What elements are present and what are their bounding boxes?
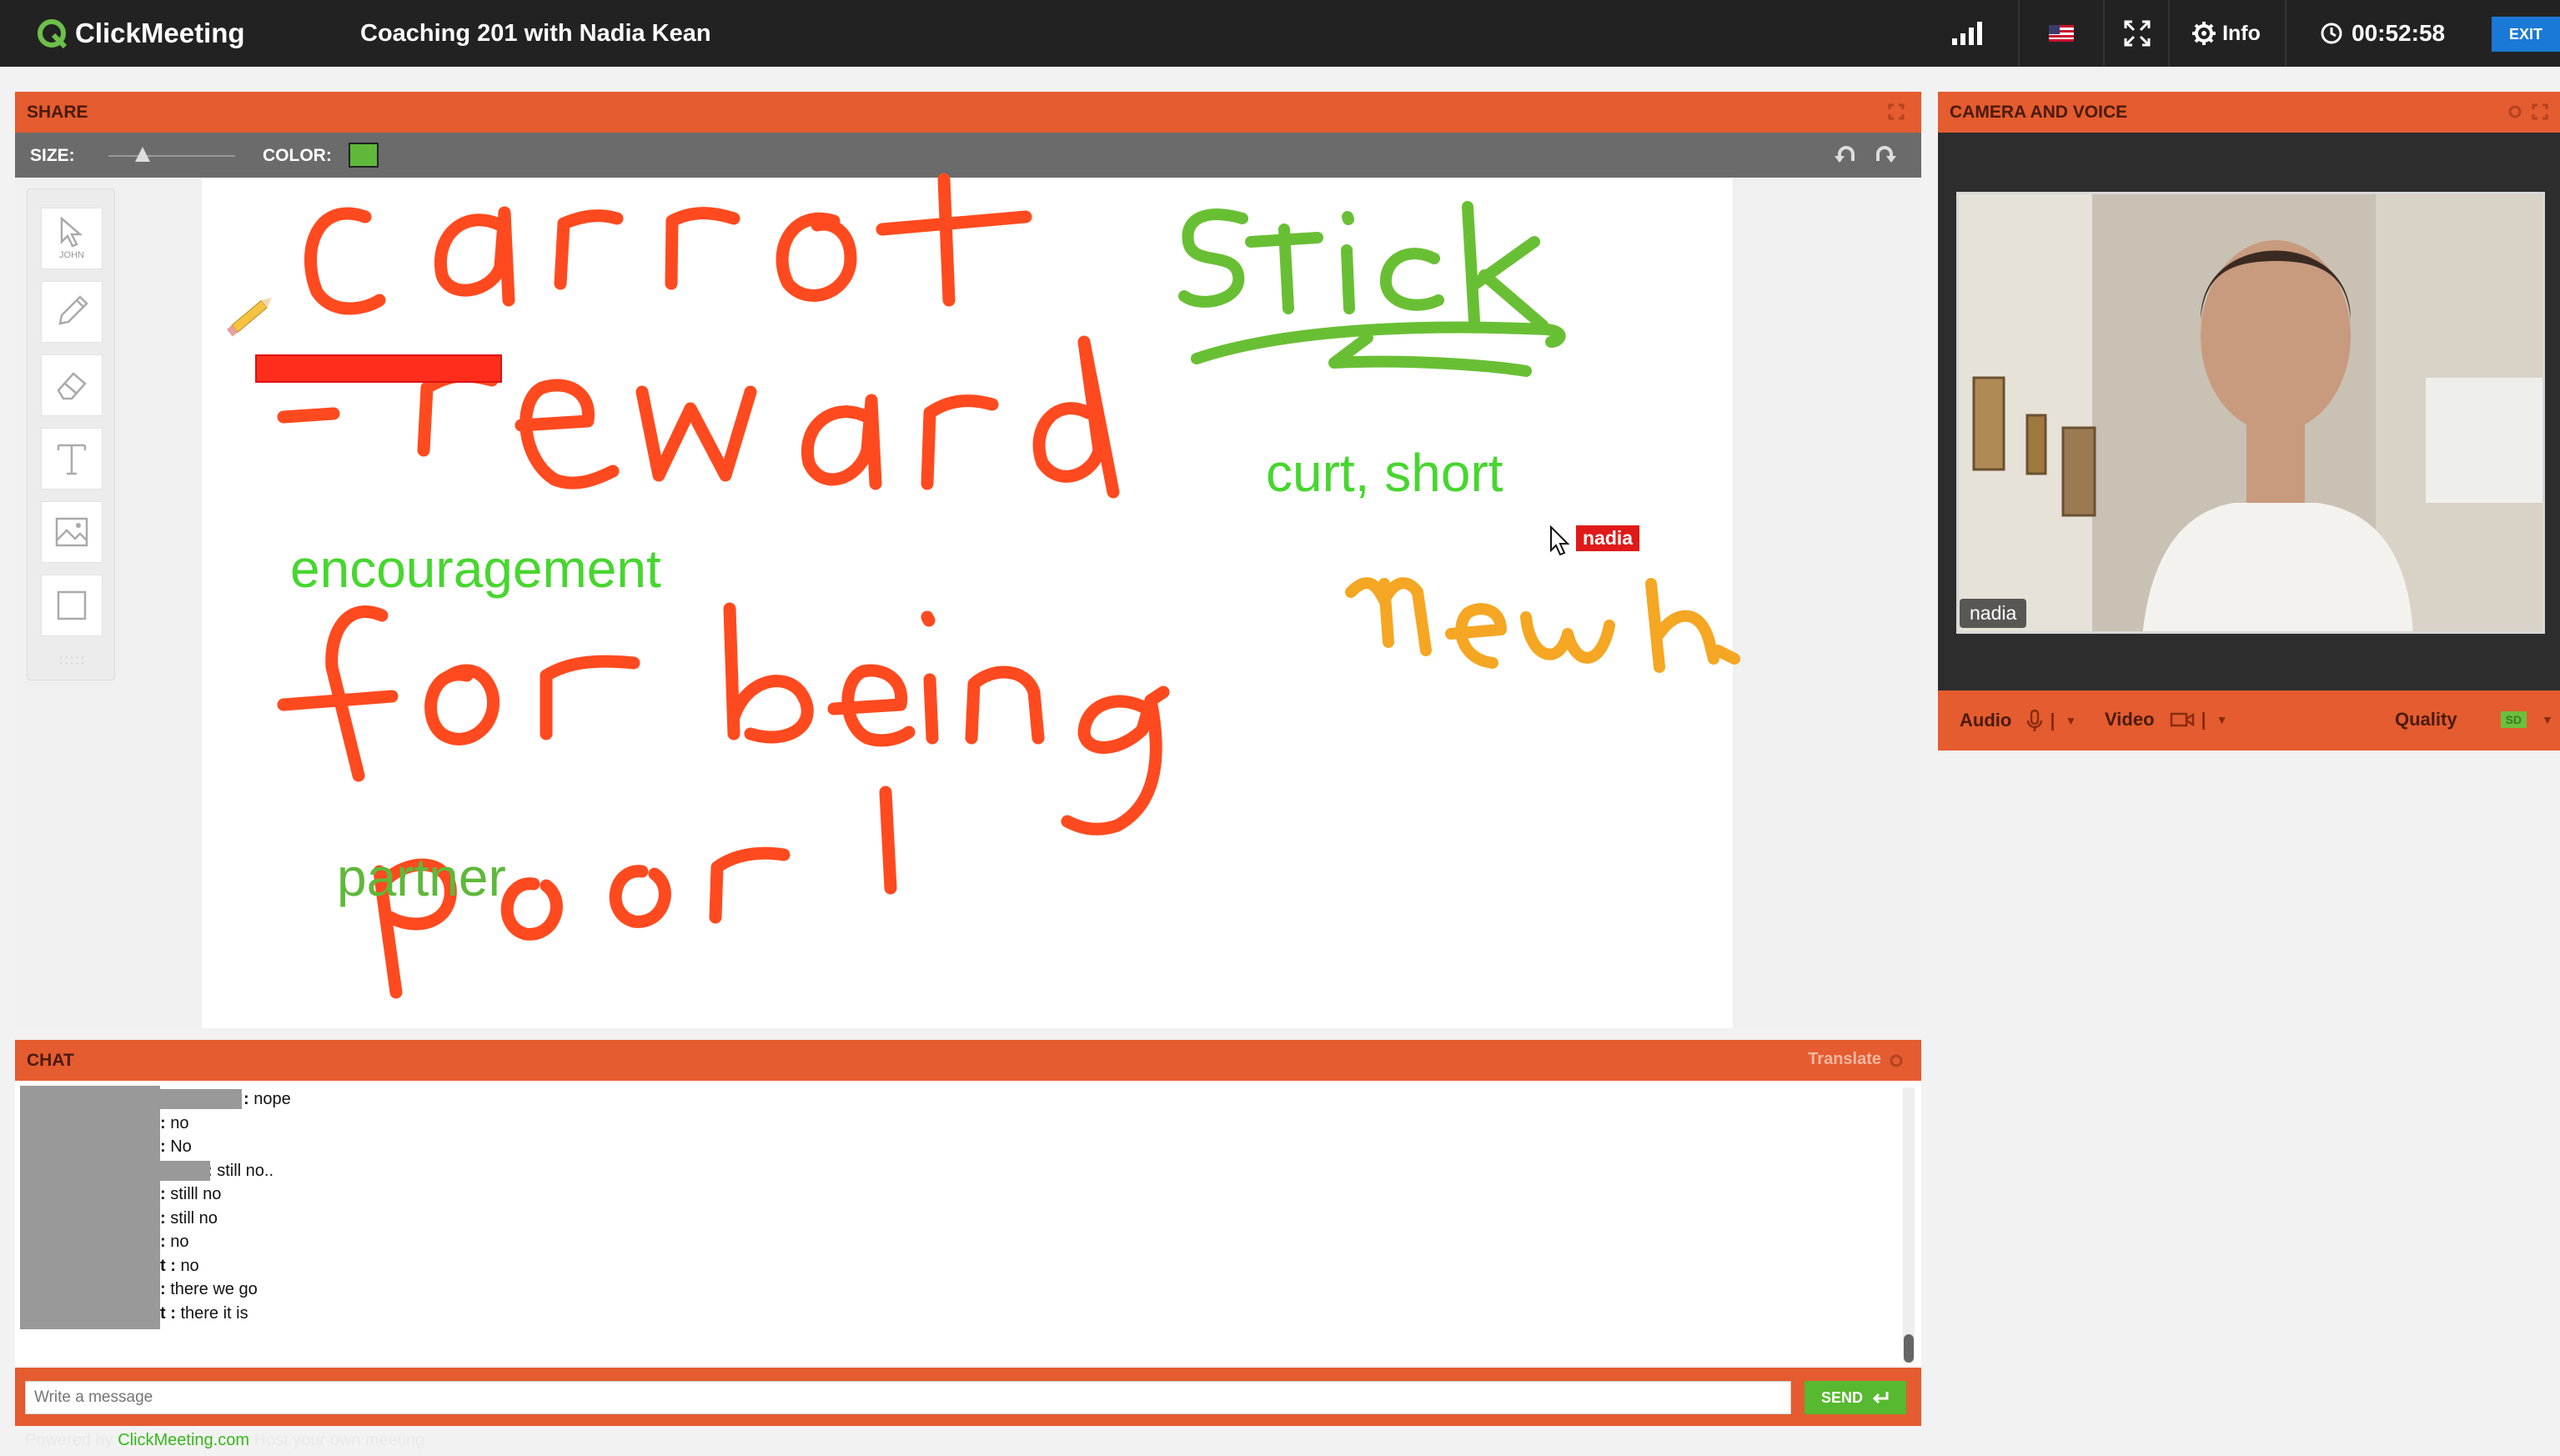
send-label: SEND xyxy=(1820,1388,1863,1406)
eraser-tool[interactable] xyxy=(41,354,103,416)
chat-scrollbar[interactable] xyxy=(1903,1087,1915,1363)
canvas-text-partner: partner xyxy=(337,847,506,907)
chat-message: : stilll no xyxy=(160,1185,222,1203)
text-tool[interactable] xyxy=(41,428,103,490)
footer-suffix[interactable]: Host your own meeting xyxy=(254,1431,425,1449)
enter-icon xyxy=(1872,1392,1889,1404)
camera-controls: Audio | ▼ Video | ▼ Quality SD ▼ xyxy=(1938,690,2560,751)
clock-icon xyxy=(2321,23,2342,44)
remote-cursor-label: nadia xyxy=(1576,525,1640,551)
participant-name: nadia xyxy=(1960,599,2027,628)
size-label: SIZE: xyxy=(30,146,75,165)
participant-video[interactable] xyxy=(1956,192,2545,634)
gear-icon xyxy=(2192,22,2216,45)
chat-message: : no xyxy=(160,1233,189,1251)
chat-message: t : no xyxy=(160,1256,199,1275)
footer-link[interactable]: ClickMeeting.com xyxy=(118,1431,249,1449)
size-slider-track[interactable] xyxy=(108,155,235,157)
video-dropdown-icon[interactable]: ▼ xyxy=(2216,713,2228,726)
canvas-text-curt-short: curt, short xyxy=(1266,443,1503,503)
audio-dropdown-icon[interactable]: ▼ xyxy=(2065,714,2076,727)
chat-title: CHAT xyxy=(27,1050,74,1070)
video-label: Video xyxy=(2105,709,2155,730)
share-toolbar: SIZE: COLOR: xyxy=(15,133,1921,178)
send-button[interactable]: SEND xyxy=(1805,1381,1906,1414)
microphone-icon xyxy=(2027,709,2043,731)
square-icon xyxy=(57,590,87,620)
translate-button[interactable]: Translate xyxy=(1808,1050,1881,1069)
camera-settings-icon[interactable] xyxy=(2507,103,2523,120)
footer-prefix: Powered by xyxy=(25,1431,113,1449)
camera-expand-icon[interactable] xyxy=(2532,103,2548,120)
redacted-name xyxy=(158,1089,242,1109)
chat-scrollbar-thumb[interactable] xyxy=(1904,1334,1914,1363)
expand-icon[interactable] xyxy=(1888,103,1905,120)
camera-header: CAMERA AND VOICE xyxy=(1938,92,2560,133)
arrow-cursor-icon xyxy=(60,217,83,248)
image-tool[interactable] xyxy=(41,501,103,563)
info-label: Info xyxy=(2222,21,2261,45)
share-title: SHARE xyxy=(27,102,88,122)
chat-message: : no xyxy=(160,1113,189,1132)
red-highlight-bar xyxy=(255,354,502,383)
audio-control[interactable]: Audio | ▼ xyxy=(1960,709,2076,732)
footer: Powered by ClickMeeting.com Host your ow… xyxy=(25,1431,424,1450)
top-bar: ClickMeeting Coaching 201 with Nadia Kea… xyxy=(0,0,2560,67)
chat-message-input[interactable] xyxy=(25,1381,1791,1414)
tools-drag-handle[interactable]: ::::: xyxy=(59,653,86,668)
share-header: SHARE xyxy=(15,92,1921,133)
clickmeeting-logo: ClickMeeting xyxy=(37,17,245,50)
logo-text: ClickMeeting xyxy=(75,18,245,48)
color-swatch[interactable] xyxy=(349,143,379,168)
audio-label: Audio xyxy=(1960,710,2012,731)
text-icon xyxy=(57,444,87,475)
pencil-tool[interactable] xyxy=(41,281,103,343)
video-camera-icon xyxy=(2170,712,2194,727)
select-tool[interactable]: JOHN xyxy=(41,208,103,269)
quality-control[interactable]: Quality SD ▼ xyxy=(2395,709,2553,731)
info-button[interactable]: Info xyxy=(2170,0,2283,67)
redacted-name xyxy=(158,1161,210,1181)
drawing-tools: JOHN ::::: xyxy=(27,188,115,680)
shape-tool[interactable] xyxy=(41,575,103,636)
quality-badge: SD xyxy=(2500,711,2527,728)
quality-label: Quality xyxy=(2395,709,2457,730)
video-control[interactable]: Video | ▼ xyxy=(2105,709,2228,731)
fullscreen-icon[interactable] xyxy=(2105,0,2170,67)
chat-settings-icon[interactable] xyxy=(1888,1052,1905,1069)
signal-icon[interactable] xyxy=(1931,0,2006,67)
chat-header: CHAT Translate xyxy=(15,1040,1921,1081)
select-tool-label: JOHN xyxy=(59,250,84,260)
canvas-text-encouragement: encouragement xyxy=(290,539,661,599)
color-label: COLOR: xyxy=(263,146,332,165)
video-feed-placeholder xyxy=(1959,194,2542,631)
chat-message: : No xyxy=(160,1137,192,1156)
quality-dropdown-icon[interactable]: ▼ xyxy=(2542,713,2553,726)
pencil-icon xyxy=(58,295,88,325)
language-flag-icon[interactable] xyxy=(2028,0,2095,67)
chat-message: t : there it is xyxy=(160,1303,248,1323)
undo-icon[interactable] xyxy=(1833,144,1858,166)
chat-message: : there we go xyxy=(160,1280,258,1298)
chat-message-list: : nope : no : No : still no.. : stilll n… xyxy=(20,1087,1021,1325)
eraser-icon xyxy=(57,372,87,400)
redo-icon[interactable] xyxy=(1873,144,1898,166)
size-slider-handle[interactable] xyxy=(135,147,150,162)
meeting-timer: 00:52:58 xyxy=(2320,0,2470,67)
timer-text: 00:52:58 xyxy=(2352,20,2446,46)
exit-button[interactable]: EXIT xyxy=(2492,17,2560,52)
image-icon xyxy=(55,517,88,547)
chat-message: : still no xyxy=(160,1208,218,1228)
logo-icon xyxy=(38,19,68,49)
meeting-title: Coaching 201 with Nadia Kean xyxy=(360,20,711,47)
redacted-names xyxy=(20,1086,160,1329)
camera-title: CAMERA AND VOICE xyxy=(1950,102,2128,122)
